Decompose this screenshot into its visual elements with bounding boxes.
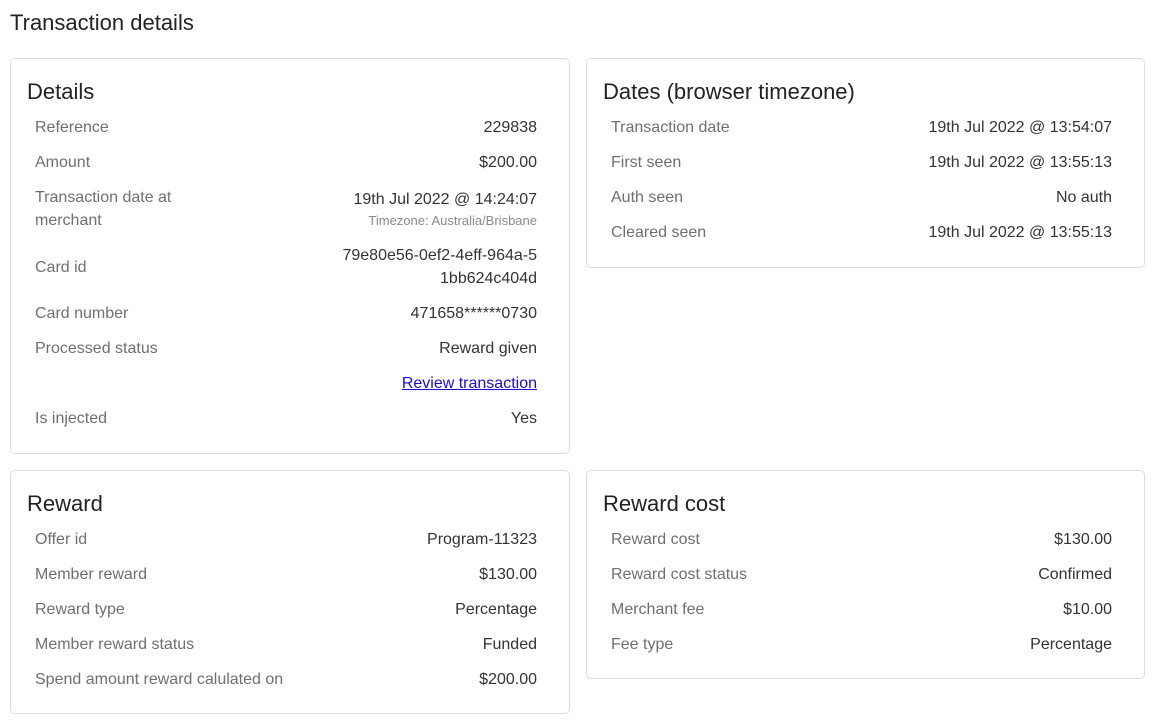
member-reward-row: Member reward $130.00 (35, 557, 537, 592)
card-number-value: 471658******0730 (410, 305, 537, 322)
cleared-seen-label: Cleared seen (611, 224, 707, 241)
reward-type-label: Reward type (35, 601, 125, 618)
card-number-row: Card number 471658******0730 (35, 296, 537, 331)
reward-type-value: Percentage (455, 601, 537, 618)
offer-id-row: Offer id Program-11323 (35, 522, 537, 557)
member-reward-status-value: Funded (482, 636, 537, 653)
cleared-seen-value: 19th Jul 2022 @ 13:55:13 (928, 224, 1113, 241)
details-card-title: Details (27, 79, 95, 104)
member-reward-label: Member reward (35, 566, 148, 583)
auth-seen-row: Auth seen No auth (611, 180, 1112, 215)
reward-cost-status-row: Reward cost status Confirmed (611, 557, 1112, 592)
reward-cost-rows: Reward cost $130.00 Reward cost status C… (611, 522, 1112, 662)
merchant-timezone: Timezone: Australia/Brisbane (368, 212, 537, 228)
spend-amount-row: Spend amount reward calulated on $200.00 (35, 662, 537, 697)
merchant-date-value-block: 19th Jul 2022 @ 14:24:07 Timezone: Austr… (354, 188, 538, 231)
dates-card-title: Dates (browser timezone) (603, 79, 855, 104)
merchant-date-label: Transaction date at merchant (35, 189, 172, 229)
is-injected-value: Yes (510, 410, 537, 427)
reward-type-row: Reward type Percentage (35, 592, 537, 627)
member-reward-status-label: Member reward status (35, 636, 195, 653)
amount-value: $200.00 (479, 154, 537, 171)
is-injected-row: Is injected Yes (35, 401, 537, 436)
spend-amount-value: $200.00 (479, 671, 537, 688)
reward-cost-status-label: Reward cost status (611, 566, 748, 583)
processed-status-value: Reward given (439, 340, 537, 357)
processed-status-label: Processed status (35, 340, 158, 357)
amount-row: Amount $200.00 (35, 145, 537, 180)
reward-card: Reward Offer id Program-11323 Member rew… (10, 470, 570, 714)
reference-row: Reference 229838 (35, 110, 537, 145)
card-number-label: Card number (35, 305, 129, 322)
is-injected-label: Is injected (35, 410, 108, 427)
first-seen-value: 19th Jul 2022 @ 13:55:13 (928, 154, 1113, 171)
auth-seen-label: Auth seen (611, 189, 684, 206)
review-transaction-link[interactable]: Review transaction (402, 372, 537, 395)
reward-rows: Offer id Program-11323 Member reward $13… (35, 522, 537, 697)
details-card: Details Reference 229838 Amount $200.00 … (10, 58, 570, 454)
card-id-label: Card id (35, 258, 87, 276)
reward-cost-status-value: Confirmed (1038, 566, 1112, 583)
cleared-seen-row: Cleared seen 19th Jul 2022 @ 13:55:13 (611, 215, 1112, 250)
amount-label: Amount (35, 154, 91, 171)
dates-rows: Transaction date 19th Jul 2022 @ 13:54:0… (611, 110, 1112, 250)
fee-type-value: Percentage (1030, 636, 1112, 653)
card-id-value: 79e80e56-0ef2-4eff-964a-51bb624c404d (342, 247, 537, 287)
offer-id-value: Program-11323 (427, 531, 537, 548)
reward-cost-row: Reward cost $130.00 (611, 522, 1112, 557)
first-seen-label: First seen (611, 154, 682, 171)
member-reward-status-row: Member reward status Funded (35, 627, 537, 662)
reference-label: Reference (35, 119, 109, 136)
reward-card-title: Reward (27, 491, 103, 516)
review-link-row: Review transaction (35, 366, 537, 401)
first-seen-row: First seen 19th Jul 2022 @ 13:55:13 (611, 145, 1112, 180)
member-reward-value: $130.00 (479, 566, 537, 583)
reward-cost-value: $130.00 (1054, 531, 1112, 548)
auth-seen-value: No auth (1055, 189, 1112, 206)
transaction-date-label: Transaction date (611, 119, 730, 136)
processed-status-row: Processed status Reward given (35, 331, 537, 366)
dates-card: Dates (browser timezone) Transaction dat… (586, 58, 1145, 268)
card-id-row: Card id 79e80e56-0ef2-4eff-964a-51bb624c… (35, 238, 537, 296)
spend-amount-label: Spend amount reward calulated on (35, 671, 284, 688)
reward-cost-card-title: Reward cost (603, 491, 726, 516)
transaction-date-row: Transaction date 19th Jul 2022 @ 13:54:0… (611, 110, 1112, 145)
merchant-fee-label: Merchant fee (611, 601, 705, 618)
reward-cost-label: Reward cost (611, 531, 700, 548)
merchant-fee-value: $10.00 (1063, 601, 1112, 618)
reference-value: 229838 (483, 119, 537, 136)
merchant-date-row: Transaction date at merchant 19th Jul 20… (35, 180, 537, 238)
details-rows: Reference 229838 Amount $200.00 Transact… (35, 110, 537, 436)
fee-type-row: Fee type Percentage (611, 627, 1112, 662)
offer-id-label: Offer id (35, 531, 88, 548)
transaction-date-value: 19th Jul 2022 @ 13:54:07 (928, 119, 1113, 136)
merchant-fee-row: Merchant fee $10.00 (611, 592, 1112, 627)
fee-type-label: Fee type (611, 636, 674, 653)
reward-cost-card: Reward cost Reward cost $130.00 Reward c… (586, 470, 1145, 679)
page-title: Transaction details (10, 10, 194, 35)
merchant-date-value: 19th Jul 2022 @ 14:24:07 (353, 190, 538, 208)
